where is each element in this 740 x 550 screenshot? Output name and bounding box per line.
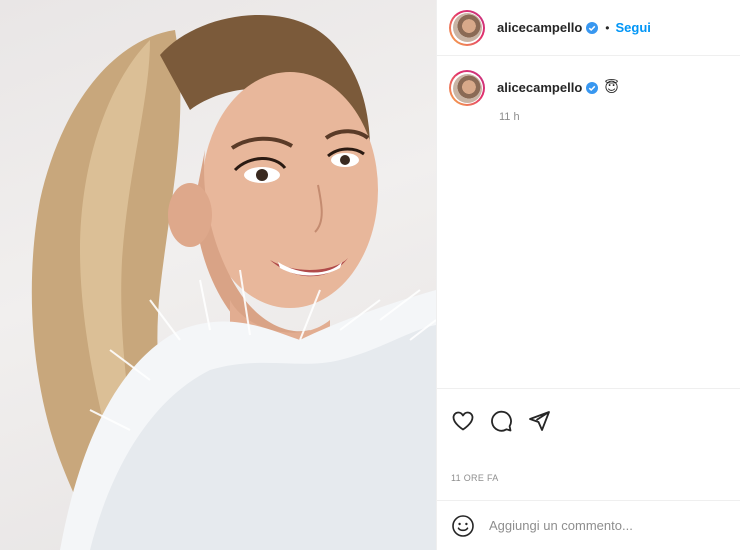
post-photo[interactable] (0, 0, 436, 550)
caption-username[interactable]: alicecampello (497, 80, 582, 95)
post-header: alicecampello • Segui (437, 0, 740, 56)
comment-bar (437, 500, 740, 550)
post-caption: alicecampello 😇 11 h (437, 70, 740, 123)
caption-emoji: 😇 (604, 79, 619, 95)
caption-avatar[interactable] (449, 70, 485, 106)
paper-plane-icon[interactable] (527, 409, 551, 433)
post-sidebar: alicecampello • Segui alicecampello 😇 11… (436, 0, 740, 550)
comment-input[interactable] (489, 518, 709, 533)
header-username[interactable]: alicecampello (497, 20, 582, 35)
caption-timestamp[interactable]: 11 h (499, 111, 619, 123)
comment-bubble-icon[interactable] (489, 409, 513, 433)
post-photo-illustration (31, 14, 436, 550)
heart-icon[interactable] (451, 409, 475, 433)
actions-section: 11 ORE FA (437, 388, 740, 483)
separator-dot: • (605, 20, 610, 35)
smiley-icon[interactable] (451, 514, 475, 538)
verified-badge-icon (586, 21, 599, 34)
action-bar (437, 389, 740, 441)
follow-button[interactable]: Segui (615, 20, 650, 35)
verified-badge-icon (586, 81, 599, 94)
posted-time-label[interactable]: 11 ORE FA (451, 473, 499, 483)
avatar[interactable] (449, 9, 485, 46)
